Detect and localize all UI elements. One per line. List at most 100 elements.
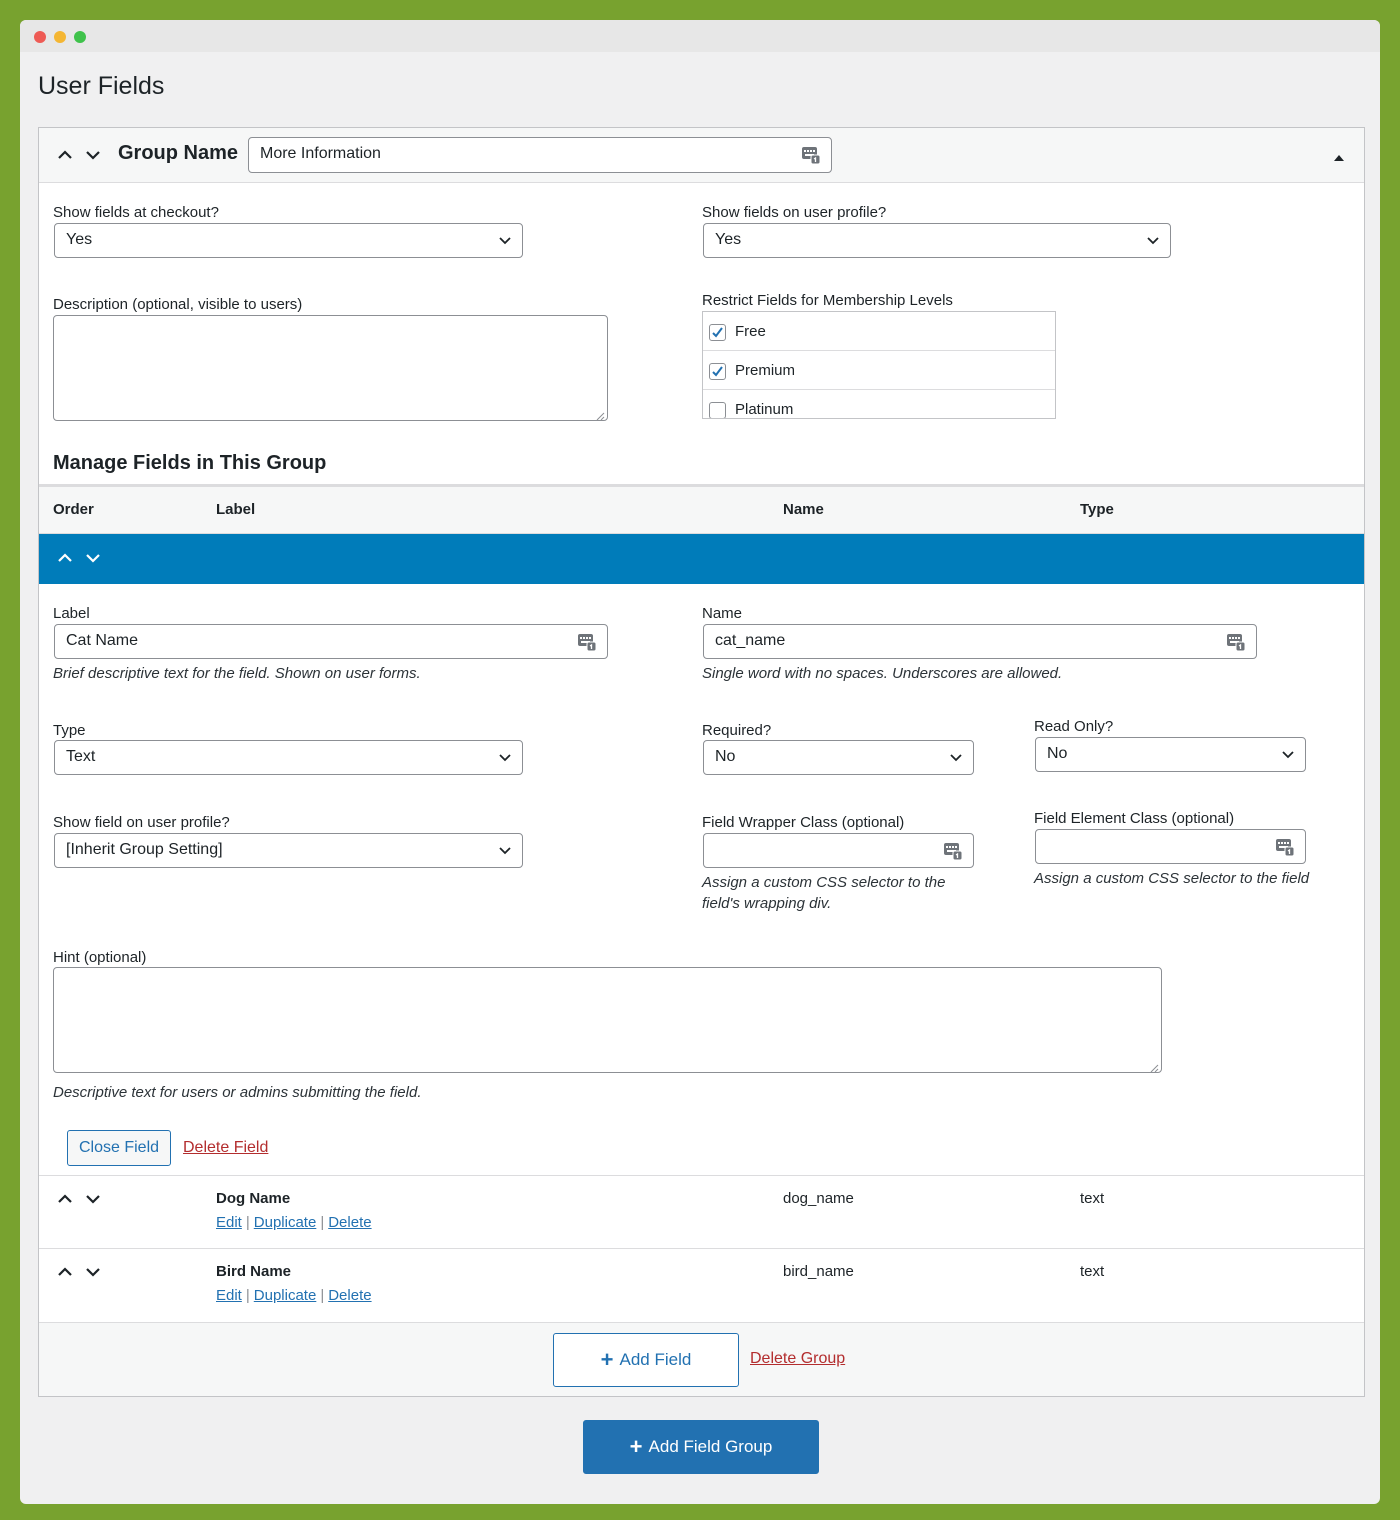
wrapper-class-help-line1: Assign a custom CSS selector to the [702, 874, 946, 891]
field-profile-label: Show field on user profile? [53, 814, 230, 831]
element-class-input[interactable] [1035, 829, 1306, 864]
keyboard-icon[interactable] [1226, 632, 1246, 652]
active-field-bar[interactable] [39, 534, 1364, 584]
group-profile-select[interactable]: Yes [703, 223, 1171, 258]
close-field-button[interactable]: Close Field [67, 1130, 171, 1166]
keyboard-icon[interactable] [801, 145, 821, 165]
page-title: User Fields [38, 72, 165, 100]
chevron-down-icon [1281, 747, 1295, 761]
level-item-premium[interactable]: Premium [703, 351, 1055, 390]
minimize-window-button[interactable] [54, 31, 66, 43]
group-name-label: Group Name [118, 142, 239, 164]
duplicate-link[interactable]: Duplicate [254, 1214, 317, 1231]
required-value: No [715, 748, 736, 765]
delete-link[interactable]: Delete [328, 1287, 371, 1304]
field-label-label: Label [53, 605, 90, 622]
column-label: Label [216, 501, 256, 518]
keyboard-icon[interactable] [943, 841, 963, 861]
field-label-input[interactable]: Cat Name [54, 624, 608, 659]
move-row-down-icon[interactable] [84, 1190, 102, 1208]
edit-link[interactable]: Edit [216, 1214, 242, 1231]
add-field-label: Add Field [619, 1350, 692, 1369]
delete-group-link[interactable]: Delete Group [750, 1350, 845, 1368]
chevron-down-icon [498, 750, 512, 764]
add-field-button[interactable]: + Add Field [553, 1333, 739, 1387]
hint-label: Hint (optional) [53, 949, 147, 966]
resize-grip-icon[interactable] [595, 408, 605, 421]
column-name: Name [783, 501, 824, 518]
column-type: Type [1080, 501, 1114, 518]
close-window-button[interactable] [34, 31, 46, 43]
chevron-down-icon [498, 233, 512, 247]
row-name: dog_name [783, 1190, 854, 1207]
checkout-label: Show fields at checkout? [53, 204, 219, 221]
field-name-help: Single word with no spaces. Underscores … [702, 665, 1063, 682]
readonly-label: Read Only? [1034, 718, 1114, 735]
field-profile-value: [Inherit Group Setting] [66, 841, 223, 858]
table-row: Dog Name Edit | Duplicate | Delete dog_name … [39, 1175, 1364, 1248]
row-type: text [1080, 1190, 1105, 1207]
group-header: Group Name More Information [39, 128, 1364, 183]
delete-link[interactable]: Delete [328, 1214, 371, 1231]
edit-link[interactable]: Edit [216, 1287, 242, 1304]
separator: | [245, 1287, 250, 1304]
move-group-down-icon[interactable] [84, 146, 102, 164]
duplicate-link[interactable]: Duplicate [254, 1287, 317, 1304]
field-type-label: Type [53, 722, 86, 739]
field-type-select[interactable]: Text [54, 740, 523, 775]
move-group-up-icon[interactable] [56, 146, 74, 164]
wrapper-class-help-line2: field's wrapping div. [702, 895, 832, 912]
column-order: Order [53, 501, 94, 518]
levels-list: Free Premium Platinum [702, 311, 1056, 419]
level-name: Premium [735, 362, 796, 379]
maximize-window-button[interactable] [74, 31, 86, 43]
checkout-select[interactable]: Yes [54, 223, 523, 258]
element-class-label: Field Element Class (optional) [1034, 810, 1235, 827]
description-label: Description (optional, visible to users) [53, 296, 303, 313]
delete-field-link[interactable]: Delete Field [183, 1139, 268, 1157]
level-checkbox-platinum[interactable] [709, 402, 726, 418]
level-item-free[interactable]: Free [703, 312, 1055, 351]
resize-grip-icon[interactable] [1149, 1060, 1159, 1073]
hint-help: Descriptive text for users or admins sub… [53, 1084, 422, 1101]
field-name-label: Name [702, 605, 743, 622]
field-label-help: Brief descriptive text for the field. Sh… [53, 665, 421, 682]
level-name: Free [735, 323, 766, 340]
group-profile-select-value: Yes [715, 231, 742, 248]
field-name-input[interactable]: cat_name [703, 624, 1257, 659]
chevron-down-icon [949, 750, 963, 764]
window-titlebar [20, 20, 1380, 52]
level-checkbox-free[interactable] [709, 324, 726, 341]
plus-icon: + [629, 1434, 643, 1459]
row-label: Dog Name [216, 1190, 291, 1207]
required-select[interactable]: No [703, 740, 974, 775]
collapse-group-icon[interactable] [1333, 150, 1345, 168]
move-field-down-icon[interactable] [84, 549, 102, 567]
field-label-value: Cat Name [66, 632, 139, 649]
level-checkbox-premium[interactable] [709, 363, 726, 380]
row-label: Bird Name [216, 1263, 292, 1280]
chevron-down-icon [1146, 233, 1160, 247]
readonly-value: No [1047, 745, 1068, 762]
move-row-down-icon[interactable] [84, 1263, 102, 1281]
move-field-up-icon[interactable] [56, 549, 74, 567]
group-name-input[interactable]: More Information [248, 137, 832, 173]
keyboard-icon[interactable] [577, 632, 597, 652]
plus-icon: + [600, 1347, 614, 1372]
element-class-help: Assign a custom CSS selector to the fiel… [1034, 870, 1310, 887]
checkout-select-value: Yes [66, 231, 93, 248]
move-row-up-icon[interactable] [56, 1190, 74, 1208]
description-textarea[interactable] [53, 315, 608, 421]
app-window: User Fields Group Name More Information … [20, 20, 1380, 1504]
field-profile-select[interactable]: [Inherit Group Setting] [54, 833, 523, 868]
add-field-group-button[interactable]: + Add Field Group [583, 1420, 819, 1474]
separator: | [320, 1214, 325, 1231]
wrapper-class-label: Field Wrapper Class (optional) [702, 814, 905, 831]
keyboard-icon[interactable] [1275, 837, 1295, 857]
move-row-up-icon[interactable] [56, 1263, 74, 1281]
hint-textarea[interactable] [53, 967, 1162, 1073]
row-name: bird_name [783, 1263, 854, 1280]
level-item-platinum[interactable]: Platinum [703, 390, 1055, 418]
readonly-select[interactable]: No [1035, 737, 1306, 772]
wrapper-class-input[interactable] [703, 833, 974, 868]
